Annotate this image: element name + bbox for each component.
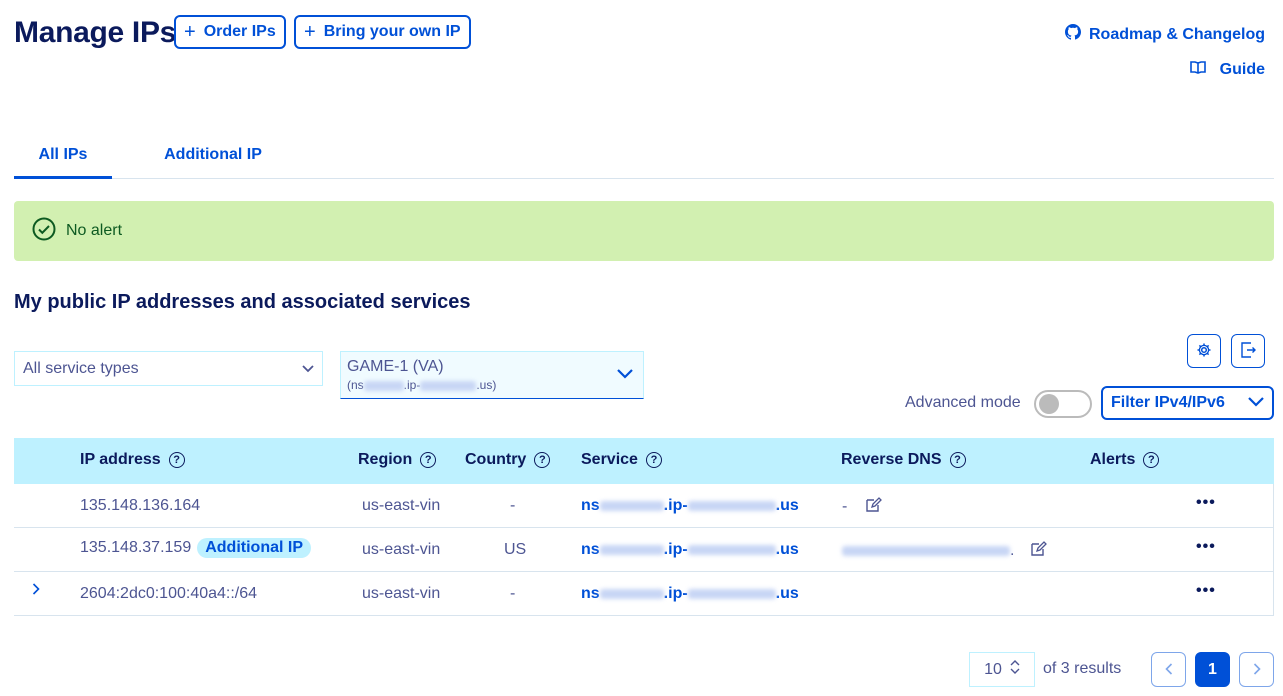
column-header-region[interactable]: Region ? [358, 451, 437, 469]
table-row: 2604:2dc0:100:40a4::/64 us-east-vin - ns… [14, 572, 1274, 616]
chevron-right-icon[interactable] [32, 582, 40, 600]
help-icon[interactable]: ? [645, 452, 662, 468]
service-sub-suffix: .us) [476, 378, 497, 392]
reverse-dns-cell: - [842, 497, 882, 517]
country-cell: US [504, 541, 527, 558]
ip-address-cell: 135.148.136.164 [80, 497, 201, 514]
row-actions-menu-icon[interactable]: ••• [1196, 538, 1216, 556]
column-header-reverse-dns[interactable]: Reverse DNS ? [841, 451, 966, 469]
row-actions-menu-icon[interactable]: ••• [1196, 494, 1216, 512]
help-icon[interactable]: ? [1143, 452, 1160, 468]
edit-icon[interactable] [866, 497, 882, 517]
order-ips-button[interactable]: + Order IPs [174, 15, 286, 49]
section-title: My public IP addresses and associated se… [14, 291, 471, 313]
github-icon [1064, 24, 1081, 45]
alert-text: No alert [66, 222, 123, 239]
column-header-service[interactable]: Service ? [581, 451, 662, 469]
column-header-ip-address[interactable]: IP address ? [80, 451, 185, 469]
tab-additional-ip[interactable]: Additional IP [162, 138, 264, 179]
chevron-right-icon [1253, 662, 1261, 678]
results-count: of 3 results [1043, 660, 1122, 677]
table-row: 135.148.136.164 us-east-vin - ns .ip- .us … [14, 484, 1274, 528]
byoip-label: Bring your own IP [323, 23, 461, 40]
ip-address-value: 135.148.37.159 [80, 539, 192, 556]
advanced-mode-toggle[interactable] [1034, 390, 1092, 418]
alert-banner: No alert [14, 201, 1274, 261]
service-type-value: All service types [23, 359, 139, 377]
page-title: Manage IPs [14, 16, 177, 49]
chevron-down-icon [1248, 394, 1264, 412]
ip-address-cell: 2604:2dc0:100:40a4::/64 [80, 585, 258, 602]
service-link[interactable]: ns .ip- .us [581, 585, 799, 603]
service-sub-prefix: (ns [347, 378, 364, 392]
roadmap-label: Roadmap & Changelog [1088, 25, 1265, 43]
country-cell: - [510, 585, 516, 602]
table-row: 135.148.37.159 Additional IP us-east-vin … [14, 528, 1274, 572]
service-select[interactable]: GAME-1 (VA) (ns .ip- .us) [340, 351, 644, 399]
reverse-dns-value: - [842, 498, 848, 516]
country-cell: - [510, 497, 516, 514]
stepper-icon [1010, 660, 1020, 679]
guide-label: Guide [1219, 60, 1265, 78]
plus-icon: + [184, 21, 196, 43]
column-header-label: Alerts [1090, 451, 1136, 468]
service-link[interactable]: ns .ip- .us [581, 541, 799, 559]
help-icon[interactable]: ? [420, 452, 437, 468]
column-header-label: Country [465, 451, 527, 468]
chevron-down-icon [302, 360, 314, 378]
page-size-value: 10 [984, 660, 1002, 678]
filter-ipv4-ipv6-button[interactable]: Filter IPv4/IPv6 [1101, 386, 1274, 420]
column-header-alerts[interactable]: Alerts ? [1090, 451, 1160, 469]
region-cell: us-east-vin [362, 585, 441, 602]
tab-bar: All IPs Additional IP [14, 138, 1274, 179]
table-header: IP address ? Region ? Country ? Service … [14, 438, 1274, 484]
region-cell: us-east-vin [362, 541, 441, 558]
help-icon[interactable]: ? [534, 452, 551, 468]
guide-link[interactable]: Guide [1189, 60, 1265, 79]
service-type-select[interactable]: All service types [14, 351, 323, 386]
help-icon[interactable]: ? [949, 452, 966, 468]
bring-your-own-ip-button[interactable]: + Bring your own IP [294, 15, 471, 49]
gear-icon [1196, 342, 1212, 361]
roadmap-changelog-link[interactable]: Roadmap & Changelog [1064, 24, 1265, 45]
tab-all-ips[interactable]: All IPs [14, 138, 112, 179]
plus-icon: + [304, 21, 316, 43]
help-icon[interactable]: ? [168, 452, 185, 468]
service-link[interactable]: ns .ip- .us [581, 497, 799, 515]
filter-ip-label: Filter IPv4/IPv6 [1111, 394, 1225, 411]
region-cell: us-east-vin [362, 497, 441, 514]
service-select-main: GAME-1 (VA) [347, 358, 444, 375]
previous-page-button[interactable] [1151, 652, 1186, 687]
page-size-select[interactable]: 10 [969, 652, 1035, 687]
tab-label: All IPs [38, 146, 88, 163]
column-header-label: IP address [80, 451, 161, 468]
column-header-label: Service [581, 451, 638, 468]
advanced-mode-label: Advanced mode [905, 394, 1021, 411]
chevron-left-icon [1164, 662, 1173, 678]
column-header-label: Reverse DNS [841, 451, 942, 468]
settings-button[interactable] [1187, 334, 1221, 368]
column-header-label: Region [358, 451, 413, 468]
export-button[interactable] [1231, 334, 1265, 368]
ip-address-cell: 135.148.37.159 Additional IP [80, 538, 311, 558]
ip-table: IP address ? Region ? Country ? Service … [14, 438, 1274, 616]
reverse-dns-cell: . [842, 541, 1047, 561]
chevron-down-icon [617, 366, 633, 384]
book-icon [1189, 60, 1206, 79]
next-page-button[interactable] [1239, 652, 1274, 687]
additional-ip-badge: Additional IP [197, 538, 311, 558]
edit-icon[interactable] [1031, 541, 1047, 561]
reverse-dns-value: . [1010, 542, 1015, 560]
check-circle-icon [32, 217, 56, 246]
page-button-current[interactable]: 1 [1195, 652, 1230, 687]
export-icon [1239, 341, 1257, 362]
column-header-country[interactable]: Country ? [465, 451, 551, 469]
toggle-knob [1039, 394, 1059, 414]
tab-label: Additional IP [164, 146, 262, 163]
service-sub-mid: .ip- [403, 378, 421, 392]
order-ips-label: Order IPs [203, 23, 276, 40]
row-actions-menu-icon[interactable]: ••• [1196, 582, 1216, 600]
service-select-sub: (ns .ip- .us) [347, 378, 637, 392]
